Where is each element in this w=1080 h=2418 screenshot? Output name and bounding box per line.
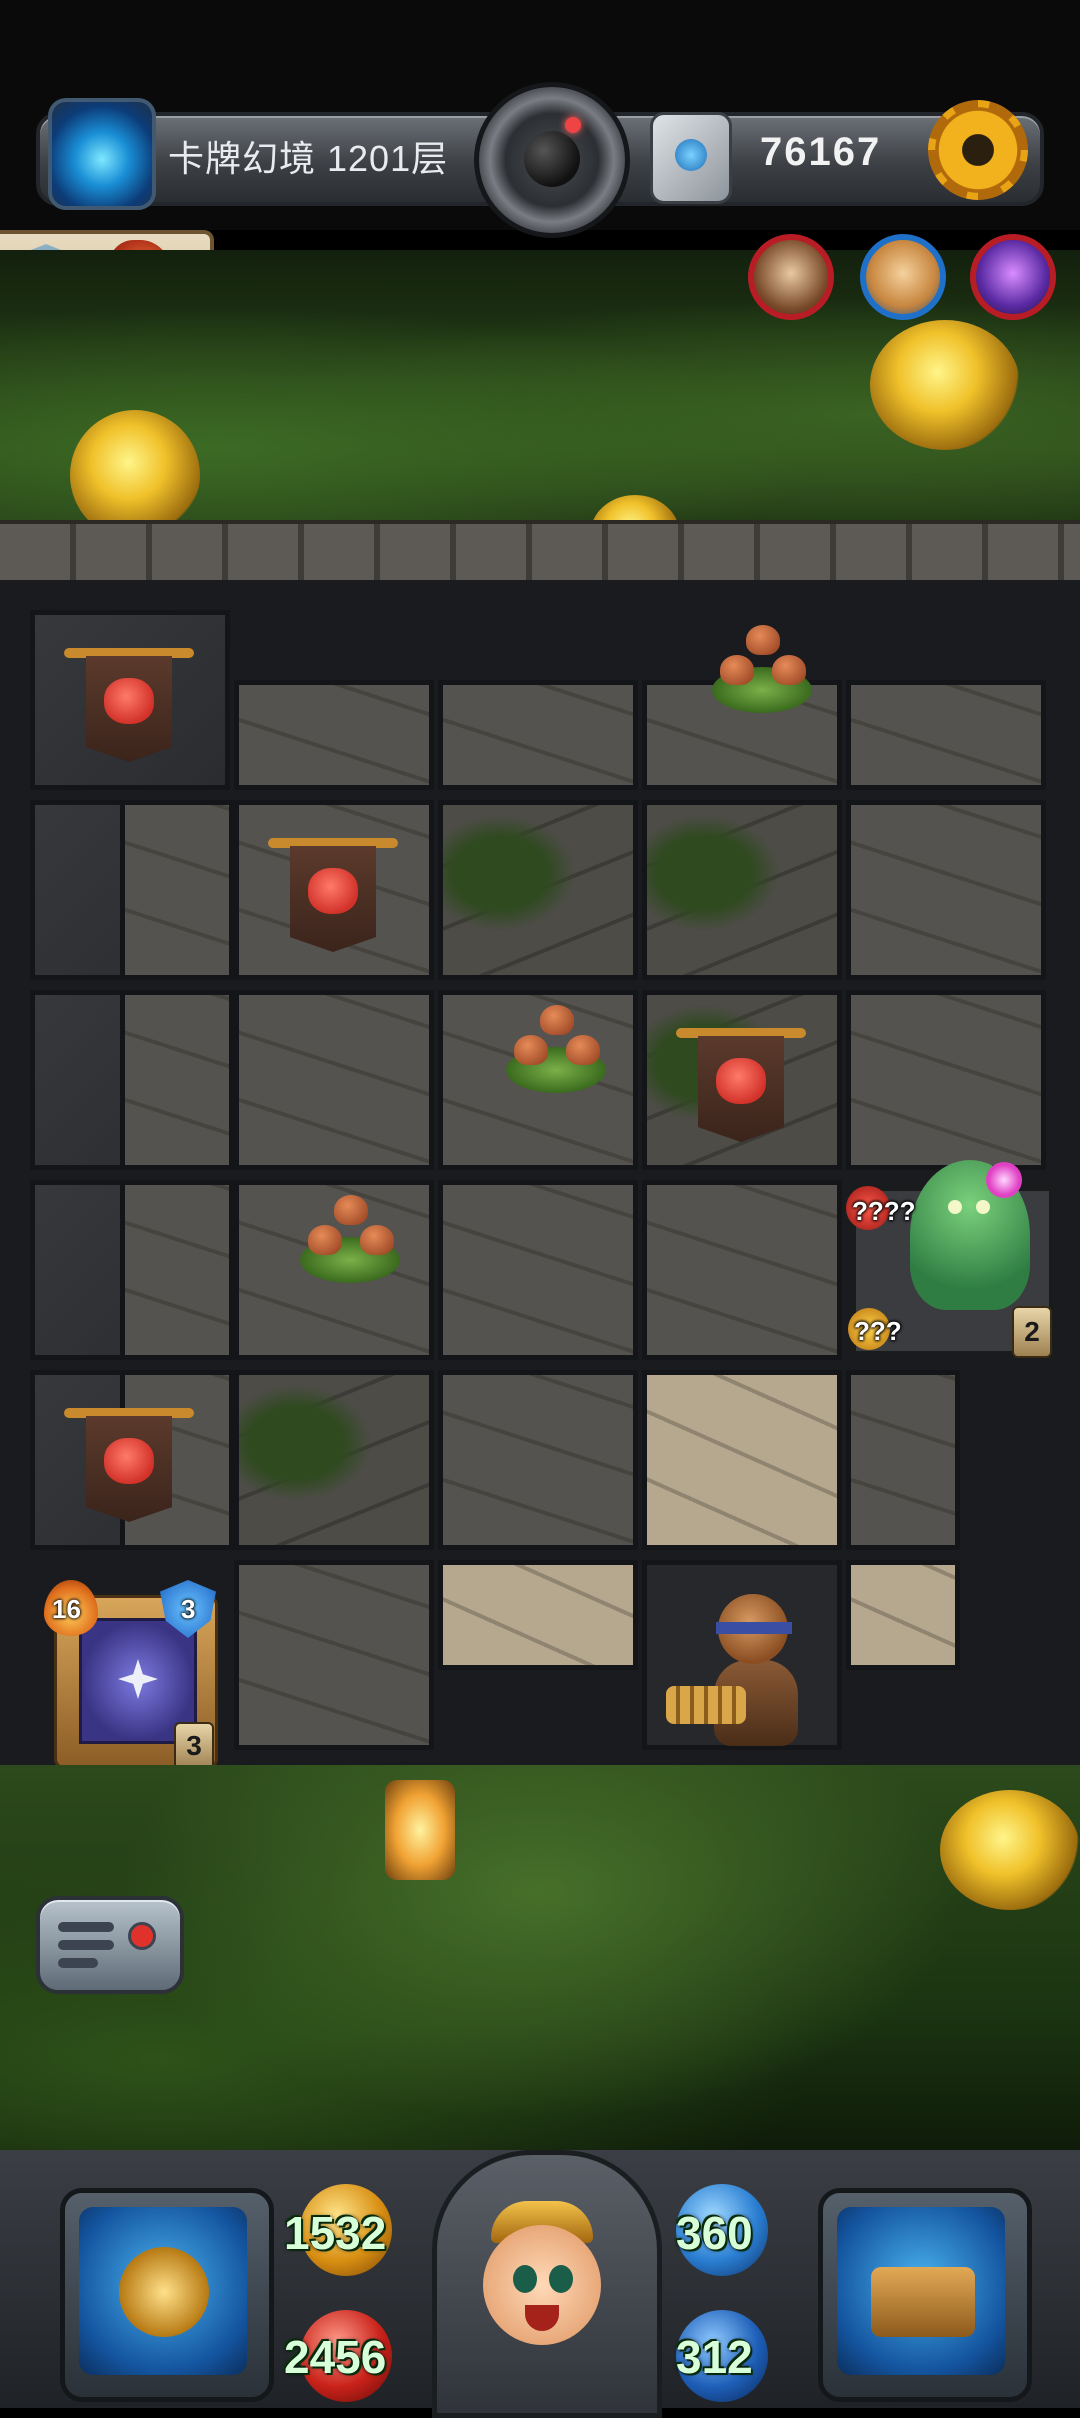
enemy-level: 2 — [1012, 1306, 1052, 1358]
boar-banner-icon[interactable] — [676, 1028, 806, 1146]
board-tile[interactable] — [846, 990, 1046, 1170]
ally-beast-portrait[interactable] — [970, 234, 1056, 320]
spirit-stone-icon — [650, 112, 732, 204]
goblin-eye — [948, 1200, 962, 1214]
menu-button[interactable] — [36, 1896, 184, 1994]
floor-title: 卡牌幻境 1201层 — [168, 138, 449, 179]
hero-gunner[interactable] — [660, 1582, 850, 1760]
mana-stat: 312 — [676, 2331, 753, 2383]
boar-banner-icon[interactable] — [64, 1408, 194, 1526]
gear-icon[interactable] — [928, 100, 1028, 200]
ally-warrior-portrait[interactable] — [748, 234, 834, 320]
card-shield-value: 3 — [181, 1594, 196, 1624]
board-tile[interactable] — [438, 1560, 638, 1670]
board-tile[interactable] — [438, 1370, 638, 1550]
swirl-portal-icon[interactable] — [48, 98, 156, 210]
equipment-slot[interactable] — [60, 2188, 274, 2402]
enemy-attack-value: ??? — [854, 1316, 902, 1346]
board-tile[interactable] — [234, 990, 434, 1170]
mushroom-cluster-icon[interactable] — [298, 1195, 402, 1285]
board-tile[interactable] — [120, 1180, 234, 1360]
defense-stat: 360 — [676, 2207, 753, 2259]
goblin-eye — [976, 1200, 990, 1214]
mushroom-cluster-icon[interactable] — [710, 625, 814, 715]
board-tile[interactable] — [846, 1370, 960, 1550]
glowing-plant — [870, 320, 1020, 450]
hp-stat: 2456 — [284, 2331, 387, 2383]
spellbook-scroll-icon — [871, 2267, 975, 2337]
board-tile[interactable] — [642, 800, 842, 980]
lantern-icon — [385, 1780, 455, 1880]
board-tile[interactable] — [120, 800, 234, 980]
gold-count: 76167 — [760, 130, 882, 174]
board-tile[interactable] — [438, 800, 638, 980]
equipment-helmet-icon — [119, 2247, 209, 2337]
card-fire-value: 16 — [52, 1594, 81, 1624]
glowing-plant — [940, 1790, 1080, 1910]
card-level: 3 — [174, 1722, 214, 1770]
boar-banner-icon[interactable] — [268, 838, 398, 956]
board-tile[interactable] — [846, 1560, 960, 1670]
board-tile[interactable] — [846, 680, 1046, 790]
enemy-hp-value: ???? — [852, 1196, 916, 1226]
board-tile[interactable] — [438, 680, 638, 790]
boar-banner-icon[interactable] — [64, 648, 194, 766]
board-tile[interactable] — [234, 1370, 434, 1550]
spellbook-slot[interactable] — [818, 2188, 1032, 2402]
flower-icon — [986, 1162, 1022, 1198]
board-tile[interactable] — [120, 990, 234, 1170]
board-tile[interactable] — [438, 1180, 638, 1360]
attack-stat: 1532 — [284, 2207, 387, 2259]
mushroom-cluster-icon[interactable] — [504, 1005, 608, 1095]
hero-portrait[interactable] — [432, 2150, 662, 2418]
stone-ledge — [0, 520, 1080, 584]
board-tile[interactable] — [846, 800, 1046, 980]
bomb-icon[interactable] — [474, 82, 630, 238]
board-tile[interactable] — [642, 1180, 842, 1360]
board-tile[interactable] — [234, 1560, 434, 1750]
board-tile[interactable] — [642, 1370, 842, 1550]
ally-dwarf-portrait[interactable] — [860, 234, 946, 320]
board-tile[interactable] — [234, 680, 434, 790]
